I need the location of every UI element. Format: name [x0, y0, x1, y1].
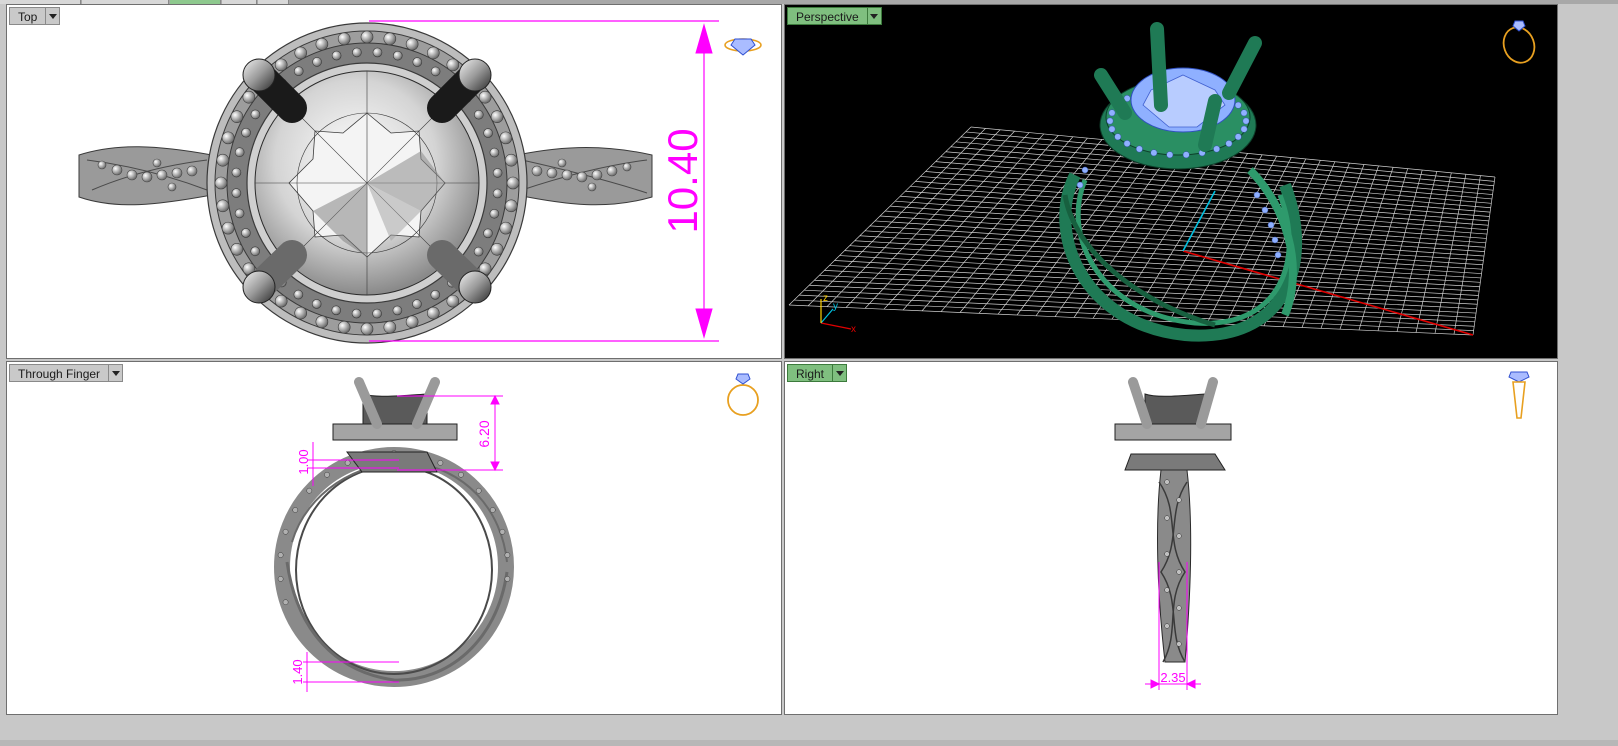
viewport-top-title[interactable]: Top: [9, 7, 46, 25]
dimension-10-40-text: 10.40: [659, 128, 706, 233]
viewport-perspective-tab[interactable]: Perspective: [787, 7, 882, 25]
ring-front-icon: [727, 373, 759, 416]
viewport-right-tab[interactable]: Right: [787, 364, 848, 382]
ring-model-side: [1114, 377, 1232, 663]
viewport-through-finger[interactable]: Through Finger 6.20 1.00 1.40: [6, 361, 782, 715]
axis-z-label: z: [823, 293, 828, 304]
status-bar: [0, 740, 1618, 746]
perspective-view-canvas: x y z: [788, 20, 1536, 342]
through-finger-view-canvas: 6.20 1.00 1.40: [274, 373, 759, 692]
viewport-through-finger-tab[interactable]: Through Finger: [9, 364, 124, 382]
viewport-through-finger-title[interactable]: Through Finger: [9, 364, 109, 382]
chevron-down-icon[interactable]: [866, 7, 882, 25]
viewport-perspective[interactable]: Perspective x y z: [784, 4, 1558, 359]
chevron-down-icon[interactable]: [108, 364, 124, 382]
dimension-1-40-text: 1.40: [290, 659, 305, 684]
dimension-6-20-text: 6.20: [476, 420, 492, 447]
viewport-right-title[interactable]: Right: [787, 364, 833, 382]
top-left-shank: [78, 146, 213, 206]
viewport-perspective-title[interactable]: Perspective: [787, 7, 867, 25]
world-axes-icon: x y z: [820, 293, 856, 335]
ring-side-icon: [1508, 371, 1530, 419]
axis-x-label: x: [851, 324, 856, 335]
top-view-canvas: 10.40: [78, 20, 762, 344]
chevron-down-icon[interactable]: [832, 364, 848, 382]
ring-top-icon: [724, 38, 762, 56]
right-view-canvas: 2.35: [1114, 371, 1530, 690]
chevron-down-icon[interactable]: [45, 7, 61, 25]
viewport-right[interactable]: Right 2.35: [784, 361, 1558, 715]
viewport-top-tab[interactable]: Top: [9, 7, 61, 25]
dimension-1-00-text: 1.00: [296, 449, 311, 474]
viewport-top[interactable]: Top 10.40: [6, 4, 782, 359]
top-right-shank: [516, 147, 653, 206]
axis-y-label: y: [833, 301, 838, 312]
ring-perspective-icon: [1502, 20, 1536, 64]
dimension-2-35-text: 2.35: [1160, 670, 1185, 685]
